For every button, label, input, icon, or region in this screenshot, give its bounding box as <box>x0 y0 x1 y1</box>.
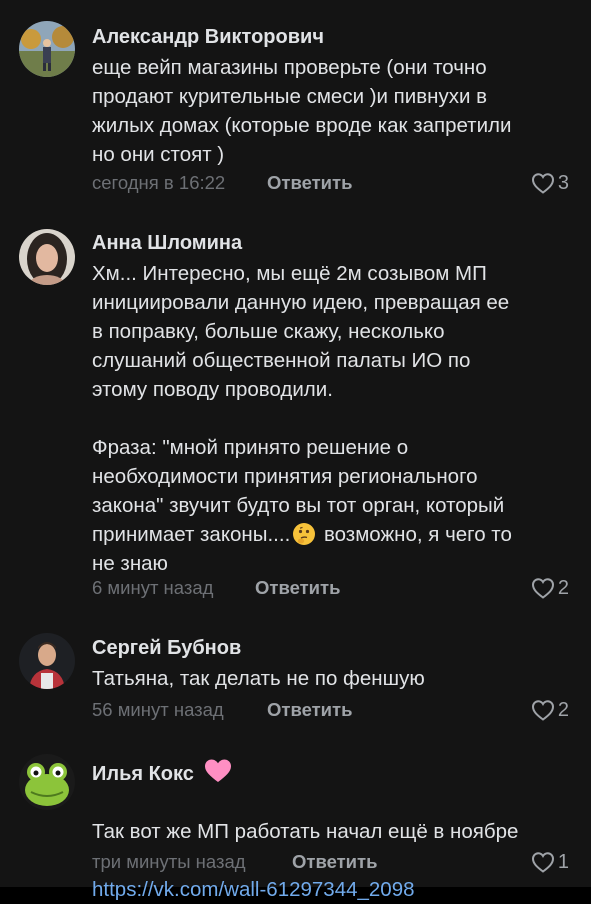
comment: Александр Викторович еще вейп магазины п… <box>0 0 591 220</box>
reply-button[interactable]: Ответить <box>255 576 341 600</box>
comment-author[interactable]: Сергей Бубнов <box>92 635 241 661</box>
comment-text-part: Хм... Интересно, мы ещё 2м созывом МП ин… <box>92 262 510 546</box>
comment: Сергей Бубнов Татьяна, так делать не по … <box>0 620 591 745</box>
heart-outline-icon <box>531 172 555 194</box>
heart-outline-icon <box>531 699 555 721</box>
comment-text: Татьяна, так делать не по феншую <box>92 667 425 690</box>
comment-author[interactable]: Александр Викторович <box>92 24 324 50</box>
author-name: Илья Кокс <box>92 763 194 785</box>
heart-outline-icon <box>531 577 555 599</box>
comment-author[interactable]: Илья Кокс <box>92 758 233 791</box>
comment-time: сегодня в 16:22 <box>92 172 226 193</box>
heart-outline-icon <box>531 851 555 873</box>
like-button[interactable]: 3 <box>531 171 569 195</box>
avatar[interactable] <box>19 21 75 77</box>
comment-time: три минуты назад <box>92 851 246 872</box>
pink-heart-icon <box>203 758 233 791</box>
like-button[interactable]: 1 <box>531 850 569 874</box>
comment-text-body: Так вот же МП работать начал ещё в ноябр… <box>92 820 519 843</box>
avatar[interactable] <box>19 633 75 689</box>
like-count: 3 <box>557 171 569 194</box>
reply-button[interactable]: Ответить <box>267 698 353 722</box>
avatar[interactable] <box>19 229 75 285</box>
avatar[interactable] <box>19 754 75 810</box>
like-count: 2 <box>557 698 569 721</box>
comment: Илья Кокс Так вот же МП работать начал е… <box>0 745 591 901</box>
comment-text: еще вейп магазины проверьте (они точно п… <box>92 56 512 166</box>
reply-button[interactable]: Ответить <box>267 171 353 195</box>
comment-text: Хм... Интересно, мы ещё 2м созывом МП ин… <box>92 259 572 578</box>
comment-time: 56 минут назад <box>92 699 224 720</box>
comment: Анна Шломина Хм... Интересно, мы ещё 2м … <box>0 220 591 620</box>
comment-author[interactable]: Анна Шломина <box>92 230 242 256</box>
like-button[interactable]: 2 <box>531 698 569 722</box>
reply-button[interactable]: Ответить <box>292 850 378 874</box>
comment-link[interactable]: https://vk.com/wall-61297344_2098 <box>92 878 415 901</box>
thinking-face-emoji <box>292 522 316 546</box>
comment-time: 6 минут назад <box>92 577 214 598</box>
like-button[interactable]: 2 <box>531 576 569 600</box>
like-count: 1 <box>557 850 569 873</box>
like-count: 2 <box>557 576 569 599</box>
